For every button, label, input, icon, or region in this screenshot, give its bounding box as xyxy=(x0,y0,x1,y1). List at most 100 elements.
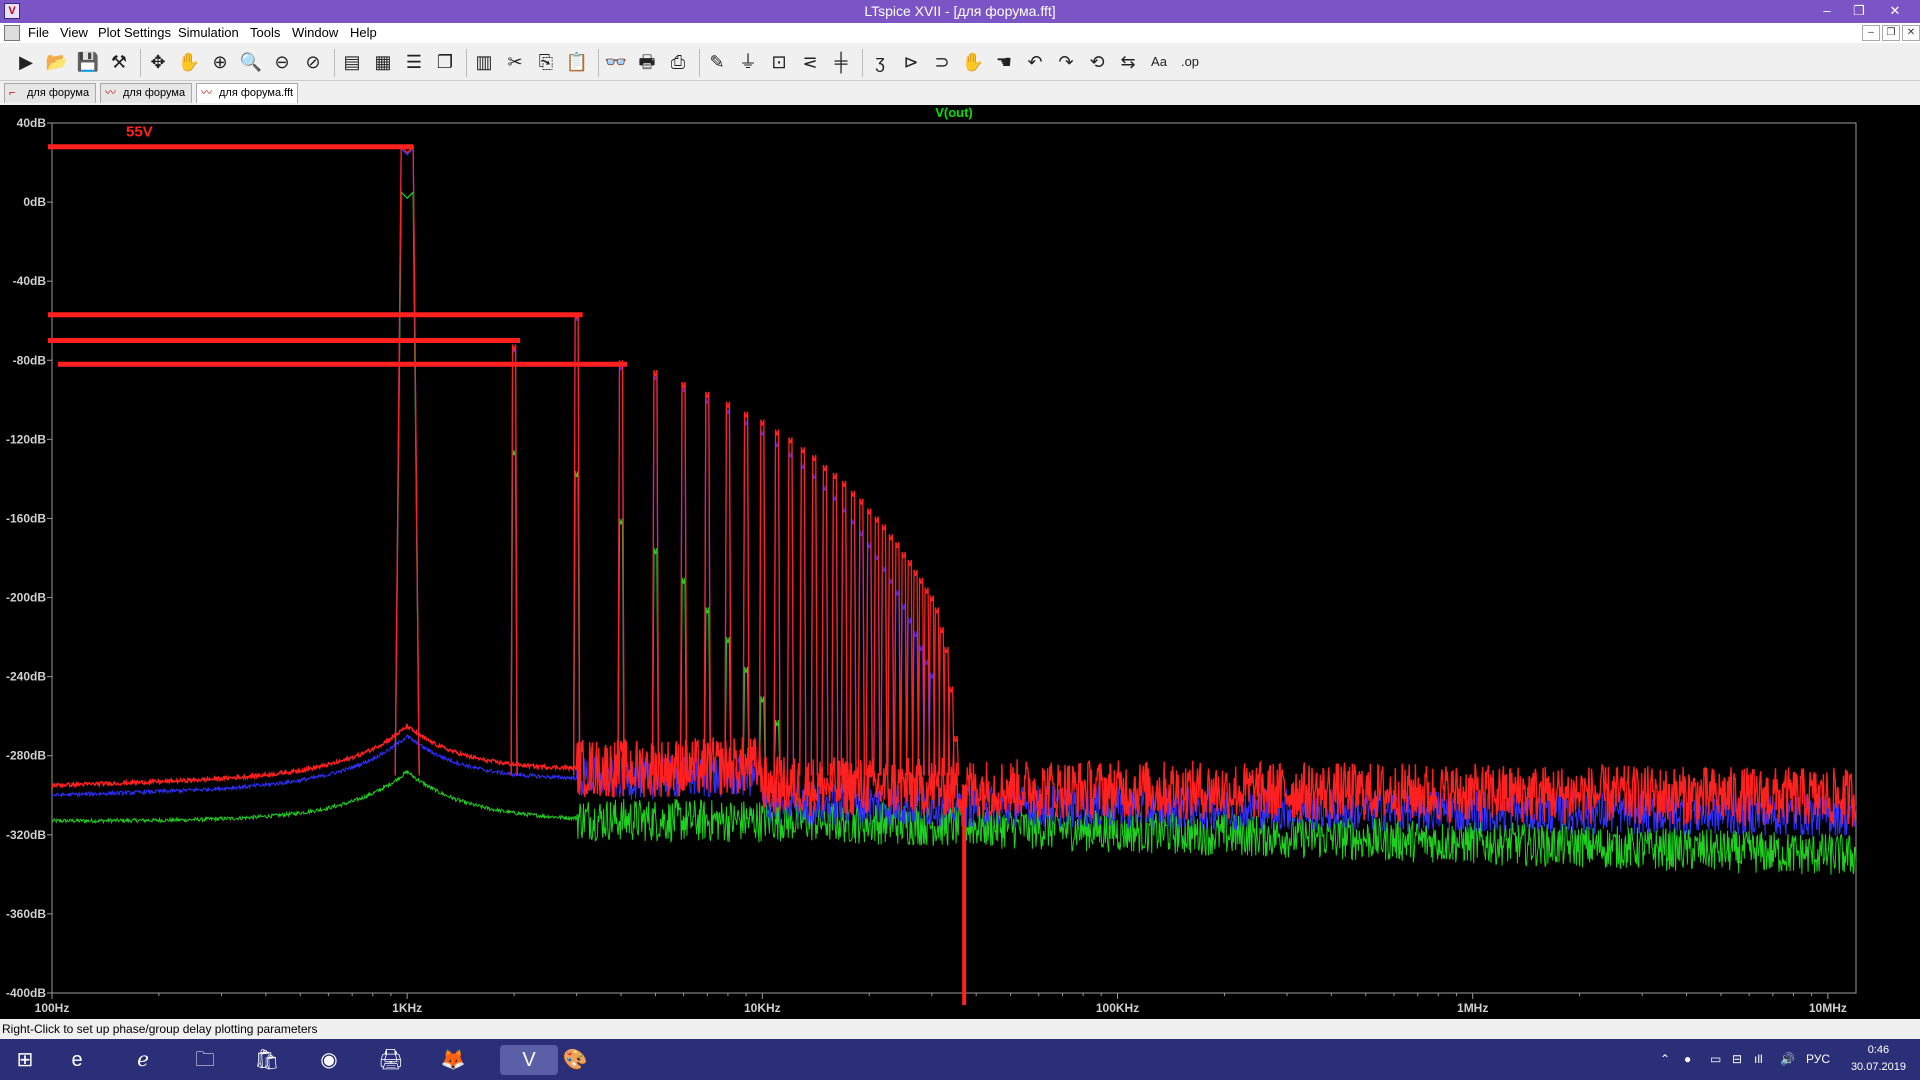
zoom-in-icon[interactable]: ⊕ xyxy=(208,50,232,74)
cascade-icon[interactable]: ❐ xyxy=(433,50,457,74)
tray-signal-icon[interactable]: ıll xyxy=(1754,1039,1763,1080)
rotate-icon[interactable]: ⟲ xyxy=(1085,50,1109,74)
clock-time: 0:46 xyxy=(1867,1044,1890,1056)
ground-icon[interactable]: ⏚ xyxy=(736,50,760,74)
printer-icon[interactable]: 🖨 xyxy=(376,1045,406,1075)
firefox-icon[interactable]: 🦊 xyxy=(438,1045,468,1075)
menu-simulation[interactable]: Simulation xyxy=(178,25,239,40)
schematic-icon: ⌐ xyxy=(9,87,16,99)
autorange-icon[interactable]: ✥ xyxy=(146,50,170,74)
inductor-icon[interactable]: ʒ xyxy=(868,50,892,74)
plot-setting-icon[interactable]: ▦ xyxy=(371,50,395,74)
control-panel-icon[interactable]: ⚒ xyxy=(107,50,131,74)
x-tick-label: 10MHz xyxy=(1809,1001,1847,1015)
mdi-minimize-button[interactable]: – xyxy=(1862,25,1880,41)
harmonic-peak xyxy=(799,447,807,776)
x-tick-label: 100KHz xyxy=(1096,1001,1139,1015)
wire-icon[interactable]: ✎ xyxy=(705,50,729,74)
tray-up-icon[interactable]: ⌃ xyxy=(1660,1039,1670,1080)
plot-frame xyxy=(51,122,1857,994)
toolbar-separator xyxy=(598,49,599,77)
windows-start-icon[interactable]: ⊞ xyxy=(10,1045,40,1075)
explorer-icon[interactable]: 🗀 xyxy=(190,1045,220,1075)
waveform-plot[interactable]: V(out) 40dB 0dB -40dB -80dB -120dB -160dB -200d… xyxy=(0,105,1920,1019)
harmonic-peak xyxy=(394,190,420,776)
redo-icon[interactable]: ↷ xyxy=(1054,50,1078,74)
spice-directive-icon[interactable]: .op xyxy=(1178,50,1202,74)
harmonic-peak xyxy=(810,455,818,776)
ltspice-icon[interactable]: V xyxy=(500,1045,558,1075)
ie-icon[interactable]: ℯ xyxy=(128,1045,158,1075)
y-tick-label: -360dB xyxy=(6,907,46,921)
component-icon[interactable]: ⊃ xyxy=(930,50,954,74)
tray-volume-icon[interactable]: 🔊 xyxy=(1780,1039,1795,1080)
menu-view[interactable]: View xyxy=(60,25,88,40)
minimize-button[interactable]: – xyxy=(1816,2,1838,20)
annotation-text: 55V xyxy=(126,124,153,141)
tray-network-icon[interactable]: ⊟ xyxy=(1732,1039,1742,1080)
zoom-area-icon[interactable]: 🔍 xyxy=(239,50,263,74)
menu-file[interactable]: File xyxy=(28,25,49,40)
close-button[interactable]: ✕ xyxy=(1884,2,1906,20)
fft-chart[interactable]: V(out) 40dB 0dB -40dB -80dB -120dB -160dB -200d… xyxy=(0,105,1920,1019)
y-tick-label: -320dB xyxy=(6,828,46,842)
x-tick-label: 100Hz xyxy=(35,1001,70,1015)
tab-schematic[interactable]: ⌐ для форума xyxy=(4,83,96,103)
print-preview-icon[interactable]: ⎙ xyxy=(666,50,690,74)
mirror-icon[interactable]: ⇆ xyxy=(1116,50,1140,74)
restore-button[interactable]: ❐ xyxy=(1848,2,1870,20)
toolbar-separator xyxy=(466,49,467,77)
resistor-icon[interactable]: ⋜ xyxy=(798,50,822,74)
move-icon[interactable]: ✋ xyxy=(961,50,985,74)
tab-label: для форума.fft xyxy=(219,87,294,99)
edge-icon[interactable]: e xyxy=(62,1045,92,1075)
tab-label: для форума xyxy=(123,87,186,99)
drag-icon[interactable]: ☚ xyxy=(992,50,1016,74)
zoom-out-icon[interactable]: ⊖ xyxy=(270,50,294,74)
tray-app-icon[interactable]: ● xyxy=(1684,1039,1691,1080)
chrome-icon[interactable]: ◉ xyxy=(314,1045,344,1075)
text-icon[interactable]: Aa xyxy=(1147,50,1171,74)
copy-icon[interactable]: ⎘ xyxy=(534,50,558,74)
waveform-icon: 〰 xyxy=(105,87,116,99)
capacitor-icon[interactable]: ╪ xyxy=(829,50,853,74)
save-icon[interactable]: 💾 xyxy=(76,50,100,74)
mdi-restore-button[interactable]: ❐ xyxy=(1882,25,1900,41)
taskbar: ⊞ e ℯ 🗀 🛍 ◉ 🖨 🦊 V 🎨 ⌃ ● ▭ ⊟ ıll 🔊 РУС 0:46 30.07.2019 xyxy=(0,1039,1920,1080)
tab-fft[interactable]: 〰 для форума.fft xyxy=(196,83,298,103)
menu-tools[interactable]: Tools xyxy=(250,25,280,40)
status-text: Right-Click to set up phase/group delay … xyxy=(2,1022,318,1036)
paste-icon[interactable]: 📋 xyxy=(565,50,589,74)
tile-h-icon[interactable]: ☰ xyxy=(402,50,426,74)
paint-icon[interactable]: 🎨 xyxy=(560,1045,590,1075)
menu-plot-settings[interactable]: Plot Settings xyxy=(98,25,171,40)
language-indicator[interactable]: РУС xyxy=(1806,1039,1830,1080)
menu-window[interactable]: Window xyxy=(292,25,338,40)
mdi-close-button[interactable]: ✕ xyxy=(1902,25,1920,41)
toolbar-separator xyxy=(862,49,863,77)
label-icon[interactable]: ⊡ xyxy=(767,50,791,74)
menu-help[interactable]: Help xyxy=(350,25,377,40)
open-icon[interactable]: 📂 xyxy=(45,50,69,74)
run-icon[interactable]: ▶ xyxy=(14,50,38,74)
menu-bar: File View Plot Settings Simulation Tools… xyxy=(0,23,1920,43)
zoom-cancel-icon[interactable]: ⊘ xyxy=(301,50,325,74)
clock[interactable]: 0:46 30.07.2019 xyxy=(1851,1042,1906,1076)
harmonic-peak xyxy=(394,145,420,776)
harmonic-peak xyxy=(849,490,857,776)
pan-icon[interactable]: ✋ xyxy=(177,50,201,74)
tray-battery-icon[interactable]: ▭ xyxy=(1710,1039,1721,1080)
mdi-window-icon[interactable] xyxy=(4,25,20,41)
tab-waveform[interactable]: 〰 для форума xyxy=(100,83,192,103)
trace-label: V(out) xyxy=(935,105,973,120)
undo-icon[interactable]: ↶ xyxy=(1023,50,1047,74)
cut-icon[interactable]: ✂ xyxy=(503,50,527,74)
diode-icon[interactable]: ⊳ xyxy=(899,50,923,74)
print-icon[interactable]: 🖶 xyxy=(635,50,659,74)
plot-pane-icon[interactable]: ▤ xyxy=(340,50,364,74)
tile-v-icon[interactable]: ▥ xyxy=(472,50,496,74)
y-tick-label: -40dB xyxy=(13,274,47,288)
toolbar-separator xyxy=(699,49,700,77)
find-icon[interactable]: 👓 xyxy=(604,50,628,74)
store-icon[interactable]: 🛍 xyxy=(252,1045,282,1075)
